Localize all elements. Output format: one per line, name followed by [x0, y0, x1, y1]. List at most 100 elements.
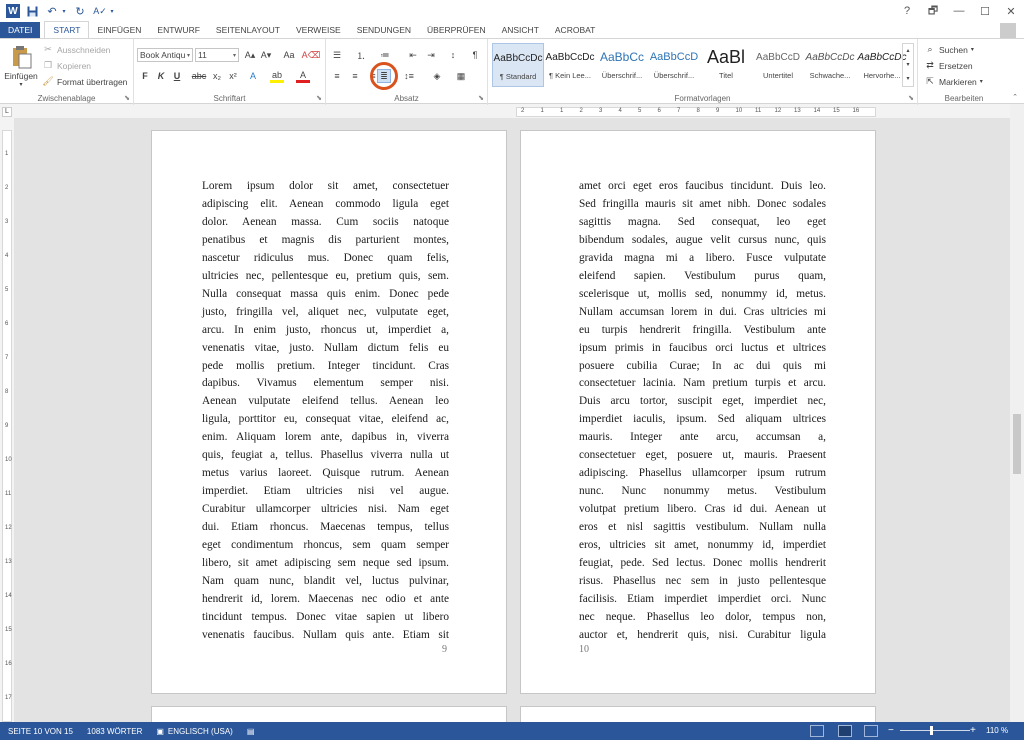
- text-line[interactable]: hendrerit id, lorem. Maecenas nec odio e…: [202, 591, 449, 609]
- bullets-icon[interactable]: ☰: [330, 48, 344, 62]
- text-line[interactable]: dolor. Aenean massa. Cum sociis natoque: [202, 214, 449, 232]
- tab-view[interactable]: ANSICHT: [494, 22, 547, 38]
- text-line[interactable]: Sed fringilla mauris sit amet nibh. Done…: [579, 196, 826, 214]
- text-line[interactable]: amet orci eget eros faucibus tincidunt. …: [579, 178, 826, 196]
- zoom-in-icon[interactable]: +: [970, 725, 976, 736]
- show-formatting-icon[interactable]: ¶: [468, 48, 482, 62]
- text-line[interactable]: eros et nisl sagittis vestibulum. Nullam…: [579, 519, 826, 537]
- language[interactable]: ENGLISCH (USA): [168, 727, 233, 736]
- page-text[interactable]: Lorem ipsum dolor sit amet, consectetuer…: [202, 178, 449, 645]
- text-line[interactable]: dapibus. Vivamus elementum semper nisi.: [202, 375, 449, 393]
- minimize-icon[interactable]: —: [946, 0, 972, 22]
- copy-button[interactable]: ❐ Kopieren: [42, 60, 91, 71]
- page-count[interactable]: SEITE 10 VON 15: [8, 727, 73, 736]
- style-standard[interactable]: AaBbCcDc ¶ Standard: [492, 43, 544, 87]
- zoom-out-icon[interactable]: −: [888, 725, 894, 736]
- text-line[interactable]: scelerisque ut, mollis sed, nonummy id, …: [579, 286, 826, 304]
- text-line[interactable]: nunc. Nunc nonummy metus. Vestibulum: [579, 483, 826, 501]
- text-line[interactable]: risus. Phasellus nec sem in justo pellen…: [579, 573, 826, 591]
- style-emphasis[interactable]: AaBbCcDc Hervorhe...: [856, 43, 908, 87]
- style-subtle-emphasis[interactable]: AaBbCcDc Schwache...: [804, 43, 856, 87]
- text-line[interactable]: Aenean vulputate eleifend tellus. Aenean…: [202, 393, 449, 411]
- user-avatar[interactable]: [1000, 23, 1016, 39]
- text-line[interactable]: Curabitur ullamcorper ultricies nisi. Na…: [202, 501, 449, 519]
- text-line[interactable]: consectetuer lacinia. Nam pretium turpis…: [579, 375, 826, 393]
- increase-indent-icon[interactable]: ⇥: [424, 48, 438, 62]
- text-line[interactable]: eget condimentum rhoncus, sem quam sempe…: [202, 537, 449, 555]
- text-line[interactable]: volutpat pretium libero. Cras id dui. Ae…: [579, 501, 826, 519]
- page-next-left[interactable]: [151, 706, 507, 722]
- text-line[interactable]: Nulla consequat massa quis enim. Donec p…: [202, 286, 449, 304]
- font-launcher-icon[interactable]: ⬊: [316, 94, 322, 102]
- text-line[interactable]: posuere cubilia Curae; In ac dui quis mi: [579, 358, 826, 376]
- text-line[interactable]: Lorem ipsum dolor sit amet, consectetuer: [202, 178, 449, 196]
- text-line[interactable]: quis, feugiat a, tellus. Phasellus viver…: [202, 447, 449, 465]
- styles-scroll-control[interactable]: ▴ ▾ ▾: [902, 43, 914, 87]
- undo-icon[interactable]: ↶: [44, 3, 60, 19]
- numbering-icon[interactable]: ⒈: [354, 48, 368, 62]
- scrollbar-thumb[interactable]: [1013, 414, 1021, 474]
- styles-launcher-icon[interactable]: ⬊: [908, 94, 914, 102]
- clipboard-launcher-icon[interactable]: ⬊: [124, 94, 130, 102]
- text-line[interactable]: pede mollis pretium. Integer tincidunt. …: [202, 358, 449, 376]
- text-line[interactable]: dui. Etiam rhoncus. Maecenas tempus, tel…: [202, 519, 449, 537]
- web-layout-icon[interactable]: [864, 725, 878, 737]
- text-line[interactable]: penatibus et magnis dis parturient monte…: [202, 232, 449, 250]
- help-icon[interactable]: ?: [894, 0, 920, 22]
- page-text[interactable]: amet orci eget eros faucibus tincidunt. …: [579, 178, 826, 645]
- text-line[interactable]: eros, ultricies sit amet, nonummy id, im…: [579, 537, 826, 555]
- text-line[interactable]: Nullam accumsan lorem in dui. Cras ultri…: [579, 304, 826, 322]
- page-right[interactable]: amet orci eget eros faucibus tincidunt. …: [520, 130, 876, 694]
- font-color-icon[interactable]: A: [296, 69, 310, 83]
- ribbon-display-options-icon[interactable]: 🗗: [920, 0, 946, 22]
- align-center-icon[interactable]: ≡: [348, 69, 362, 83]
- text-line[interactable]: enim. Aliquam lorem ante, dapibus in, vi…: [202, 429, 449, 447]
- proofing-icon[interactable]: ▣: [156, 727, 164, 736]
- text-line[interactable]: adipiscing elit. Aenean commodo ligula e…: [202, 196, 449, 214]
- shrink-font-icon[interactable]: A▾: [259, 48, 273, 62]
- multilevel-list-icon[interactable]: ≔: [378, 48, 392, 62]
- find-button[interactable]: ⌕ Suchen ▾: [924, 44, 973, 55]
- tab-file[interactable]: DATEI: [0, 22, 41, 38]
- close-icon[interactable]: ✕: [998, 0, 1024, 22]
- text-line[interactable]: eleifend sapien. Vestibulum purus quam,: [579, 268, 826, 286]
- page-next-right[interactable]: [520, 706, 876, 722]
- cut-button[interactable]: ✂ Ausschneiden: [42, 44, 110, 55]
- spelling-icon[interactable]: A✓: [92, 3, 108, 19]
- text-line[interactable]: feugiat, pede. Sed lectus. Donec mollis …: [579, 555, 826, 573]
- zoom-slider-track[interactable]: [900, 730, 970, 731]
- text-line[interactable]: eu turpis hendrerit fringilla. Vestibulu…: [579, 322, 826, 340]
- macro-recording-icon[interactable]: ▤: [247, 727, 255, 736]
- shading-icon[interactable]: ◈: [430, 69, 444, 83]
- vertical-ruler[interactable]: 1 2 3 4 5 6 7 8 9 10 11 12 13 14 15 16 17: [2, 130, 12, 722]
- print-layout-icon[interactable]: [838, 725, 852, 737]
- decrease-indent-icon[interactable]: ⇤: [406, 48, 420, 62]
- text-line[interactable]: ipsum primis in faucibus orci luctus et …: [579, 340, 826, 358]
- text-line[interactable]: Nam quam nunc, blandit vel, luctus pulvi…: [202, 573, 449, 591]
- superscript-icon[interactable]: x²: [226, 69, 240, 83]
- text-line[interactable]: imperdiet iaculis, ipsum. Sed aliquam ul…: [579, 411, 826, 429]
- style-subtitle[interactable]: AaBbCcD Untertitel: [752, 43, 804, 87]
- text-line[interactable]: nec neque. Phasellus leo dolor, tempus n…: [579, 609, 826, 627]
- line-spacing-icon[interactable]: ↕≡: [402, 69, 416, 83]
- style-heading-2[interactable]: AaBbCcD Überschrif...: [648, 43, 700, 87]
- font-size-combo[interactable]: 11 ▾: [195, 48, 239, 62]
- tab-mailings[interactable]: SENDUNGEN: [349, 22, 419, 38]
- text-line[interactable]: venenatis faucibus. Nullam quis ante. Et…: [202, 627, 449, 645]
- paragraph-launcher-icon[interactable]: ⬊: [478, 94, 484, 102]
- maximize-icon[interactable]: ☐: [972, 0, 998, 22]
- paste-button[interactable]: Einfügen ▾: [4, 43, 38, 88]
- tab-insert[interactable]: EINFÜGEN: [89, 22, 149, 38]
- undo-dropdown-icon[interactable]: ▾: [60, 3, 68, 19]
- borders-icon[interactable]: ▦: [454, 69, 468, 83]
- text-line[interactable]: consectetuer eget, posuere ut, mauris. P…: [579, 447, 826, 465]
- text-line[interactable]: justo, fringilla vel, aliquet nec, vulpu…: [202, 304, 449, 322]
- text-line[interactable]: imperdiet. Etiam ultricies nisi vel augu…: [202, 483, 449, 501]
- subscript-icon[interactable]: x₂: [210, 69, 224, 83]
- replace-button[interactable]: ⇄ Ersetzen: [924, 60, 972, 71]
- text-line[interactable]: arcu. In enim justo, rhoncus ut, imperdi…: [202, 322, 449, 340]
- text-line[interactable]: libero, sit amet adipiscing sem neque se…: [202, 555, 449, 573]
- tab-review[interactable]: ÜBERPRÜFEN: [419, 22, 494, 38]
- tab-start[interactable]: START: [44, 21, 90, 38]
- text-line[interactable]: ligula, porttitor eu, consequat vitae, e…: [202, 411, 449, 429]
